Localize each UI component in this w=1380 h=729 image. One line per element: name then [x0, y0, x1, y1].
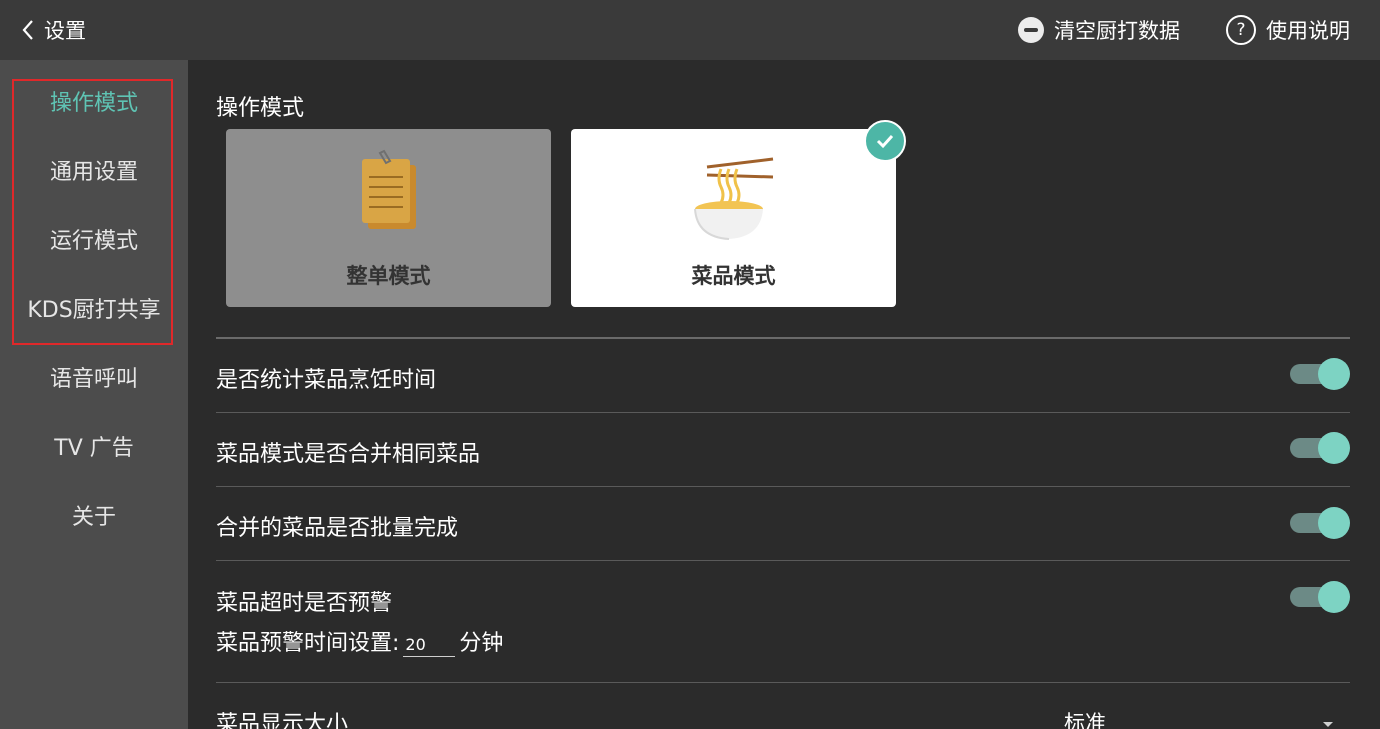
- merge-dishes-toggle[interactable]: [1290, 432, 1350, 464]
- merge-dishes-label: 菜品模式是否合并相同菜品: [216, 442, 481, 467]
- dish-mode-card[interactable]: 菜品模式: [571, 129, 896, 307]
- toggle-thumb: [1318, 432, 1350, 464]
- toggle-thumb: [1318, 507, 1350, 539]
- warn-time-unit: 分钟: [459, 631, 504, 656]
- help-button[interactable]: ? 使用说明: [1226, 0, 1350, 60]
- timeout-warning-toggle[interactable]: [1290, 581, 1350, 613]
- warn-time-label: 菜品预警时间设置:: [216, 631, 400, 656]
- notepad-icon: [362, 149, 416, 229]
- minus-circle-icon: [1018, 17, 1044, 43]
- stat-cook-time-toggle[interactable]: [1290, 358, 1350, 390]
- highlight-box: [12, 79, 173, 345]
- noodle-bowl-icon: [694, 157, 774, 240]
- sidebar-item-tv-ads[interactable]: TV 广告: [0, 411, 188, 480]
- toggle-thumb: [1318, 358, 1350, 390]
- warn-time-input[interactable]: [403, 635, 456, 657]
- display-size-select[interactable]: 标准: [1064, 707, 1106, 729]
- question-icon: ?: [1226, 15, 1256, 45]
- dish-mode-label: 菜品模式: [691, 264, 776, 288]
- clear-data-button[interactable]: 清空厨打数据: [1018, 0, 1180, 60]
- divider: [216, 337, 1350, 339]
- help-label: 使用说明: [1266, 19, 1350, 43]
- divider: [216, 486, 1350, 487]
- order-mode-label: 整单模式: [346, 264, 431, 288]
- warn-time-row: 菜品预警时间设置: 分钟: [216, 625, 503, 657]
- timeout-warning-label: 菜品超时是否预警: [216, 591, 393, 616]
- sidebar-item-voice-call[interactable]: 语音呼叫: [0, 342, 188, 411]
- batch-complete-label: 合并的菜品是否批量完成: [216, 516, 459, 541]
- check-icon: [864, 120, 906, 162]
- caret-down-icon[interactable]: [1323, 722, 1333, 727]
- divider: [216, 412, 1350, 413]
- order-mode-card[interactable]: 整单模式: [226, 129, 551, 307]
- sidebar: 操作模式 通用设置 运行模式 KDS厨打共享 语音呼叫 TV 广告 关于: [0, 60, 188, 729]
- divider: [216, 682, 1350, 683]
- chevron-left-icon: [22, 20, 33, 40]
- divider: [216, 560, 1350, 561]
- sidebar-item-about[interactable]: 关于: [0, 480, 188, 549]
- main-panel: 操作模式 整单模式 菜品模式 是否统计菜品烹饪时间 菜品模式是否合并相同菜品 合…: [188, 60, 1380, 729]
- toggle-thumb: [1318, 581, 1350, 613]
- clear-data-label: 清空厨打数据: [1054, 19, 1180, 43]
- stat-cook-time-label: 是否统计菜品烹饪时间: [216, 368, 437, 393]
- page-title: 设置: [44, 19, 86, 43]
- display-size-label: 菜品显示大小: [216, 712, 349, 729]
- section-title: 操作模式: [216, 96, 305, 121]
- back-button[interactable]: 设置: [20, 0, 86, 60]
- batch-complete-toggle[interactable]: [1290, 507, 1350, 539]
- top-bar: 设置 清空厨打数据 ? 使用说明: [0, 0, 1380, 60]
